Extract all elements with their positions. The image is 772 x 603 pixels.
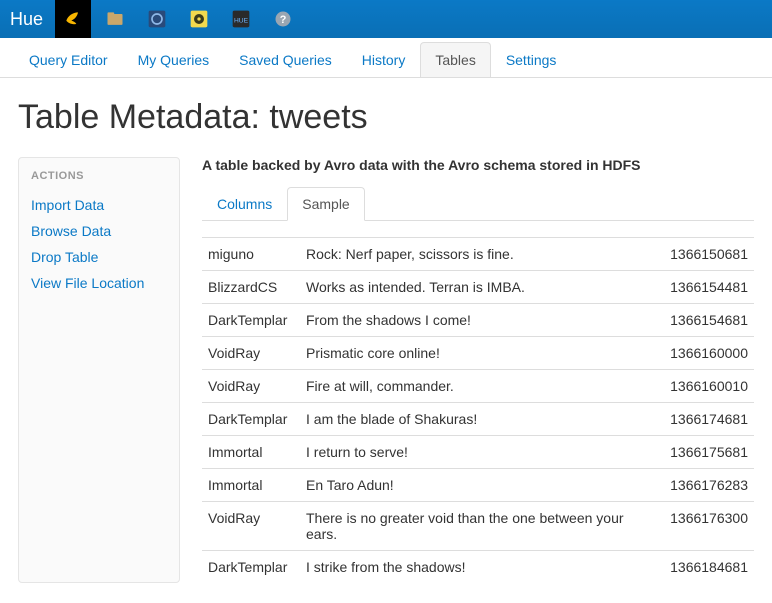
cell-timestamp: 1366174681: [654, 403, 754, 436]
cell-text: There is no greater void than the one be…: [300, 502, 654, 551]
cell-timestamp: 1366184681: [654, 551, 754, 584]
nav-tab-saved-queries[interactable]: Saved Queries: [224, 42, 347, 77]
table-row: DarkTemplarI am the blade of Shakuras!13…: [202, 403, 754, 436]
table-row: ImmortalEn Taro Adun!1366176283: [202, 469, 754, 502]
hue-icon: HUE: [231, 9, 251, 29]
cell-text: Rock: Nerf paper, scissors is fine.: [300, 238, 654, 271]
cell-username: Immortal: [202, 436, 300, 469]
nav-tab-query-editor[interactable]: Query Editor: [14, 42, 123, 77]
action-drop-table[interactable]: Drop Table: [31, 244, 167, 270]
subtab-sample[interactable]: Sample: [287, 187, 364, 221]
app-icon-hue[interactable]: HUE: [223, 0, 259, 38]
cell-username: BlizzardCS: [202, 271, 300, 304]
cell-text: I am the blade of Shakuras!: [300, 403, 654, 436]
cell-username: miguno: [202, 238, 300, 271]
cell-timestamp: 1366176283: [654, 469, 754, 502]
cell-timestamp: 1366154681: [654, 304, 754, 337]
cell-timestamp: 1366175681: [654, 436, 754, 469]
table-row: VoidRayThere is no greater void than the…: [202, 502, 754, 551]
table-row: DarkTemplarFrom the shadows I come!13661…: [202, 304, 754, 337]
sidebar-heading: ACTIONS: [31, 170, 167, 182]
app-icon-help[interactable]: ?: [265, 0, 301, 38]
sample-table: migunoRock: Nerf paper, scissors is fine…: [202, 237, 754, 583]
cell-username: VoidRay: [202, 502, 300, 551]
cell-username: DarkTemplar: [202, 403, 300, 436]
folder-icon: [105, 9, 125, 29]
table-description: A table backed by Avro data with the Avr…: [202, 157, 754, 173]
cell-text: I return to serve!: [300, 436, 654, 469]
cell-timestamp: 1366176300: [654, 502, 754, 551]
cell-username: Immortal: [202, 469, 300, 502]
table-row: VoidRayFire at will, commander.136616001…: [202, 370, 754, 403]
globe-icon: [147, 9, 167, 29]
nav-tab-settings[interactable]: Settings: [491, 42, 572, 77]
nav-tabs: Query EditorMy QueriesSaved QueriesHisto…: [0, 38, 772, 78]
cell-username: VoidRay: [202, 370, 300, 403]
subtab-columns[interactable]: Columns: [202, 187, 287, 221]
svg-text:HUE: HUE: [234, 17, 249, 24]
top-bar: Hue HUE ?: [0, 0, 772, 38]
app-icon-jobbrowser[interactable]: [139, 0, 175, 38]
cell-timestamp: 1366150681: [654, 238, 754, 271]
cell-text: I strike from the shadows!: [300, 551, 654, 584]
table-row: VoidRayPrismatic core online!1366160000: [202, 337, 754, 370]
svg-text:?: ?: [280, 14, 287, 26]
page-title: Table Metadata: tweets: [18, 98, 754, 137]
table-row: ImmortalI return to serve!1366175681: [202, 436, 754, 469]
cell-username: DarkTemplar: [202, 304, 300, 337]
cell-text: Fire at will, commander.: [300, 370, 654, 403]
bee-icon: [63, 9, 83, 29]
brand-logo[interactable]: Hue: [10, 9, 43, 30]
table-row: BlizzardCSWorks as intended. Terran is I…: [202, 271, 754, 304]
cell-text: Prismatic core online!: [300, 337, 654, 370]
cell-text: Works as intended. Terran is IMBA.: [300, 271, 654, 304]
table-row: migunoRock: Nerf paper, scissors is fine…: [202, 238, 754, 271]
app-icon-filebrowser[interactable]: [97, 0, 133, 38]
cell-text: En Taro Adun!: [300, 469, 654, 502]
action-view-file-location[interactable]: View File Location: [31, 270, 167, 296]
cell-timestamp: 1366160010: [654, 370, 754, 403]
cell-username: VoidRay: [202, 337, 300, 370]
app-icon-jobdesigner[interactable]: [181, 0, 217, 38]
actions-sidebar: ACTIONS Import DataBrowse DataDrop Table…: [18, 157, 180, 583]
cell-text: From the shadows I come!: [300, 304, 654, 337]
cell-timestamp: 1366160000: [654, 337, 754, 370]
action-browse-data[interactable]: Browse Data: [31, 218, 167, 244]
action-import-data[interactable]: Import Data: [31, 192, 167, 218]
cell-timestamp: 1366154481: [654, 271, 754, 304]
app-icon-beeswax[interactable]: [55, 0, 91, 38]
cell-username: DarkTemplar: [202, 551, 300, 584]
nav-tab-history[interactable]: History: [347, 42, 421, 77]
disc-icon: [189, 9, 209, 29]
nav-tab-my-queries[interactable]: My Queries: [123, 42, 225, 77]
sub-tabs: ColumnsSample: [202, 187, 754, 221]
nav-tab-tables[interactable]: Tables: [420, 42, 490, 77]
help-icon: ?: [273, 9, 293, 29]
table-row: DarkTemplarI strike from the shadows!136…: [202, 551, 754, 584]
